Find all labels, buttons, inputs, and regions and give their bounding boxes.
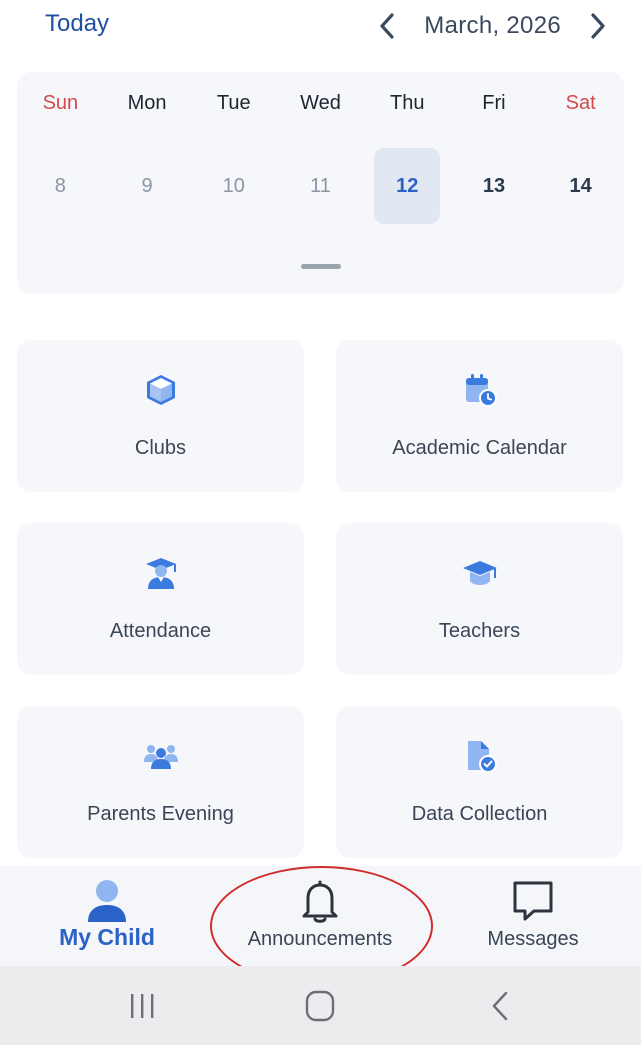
nav-label: Announcements [247,928,393,950]
weekday-fri: Fri [482,92,506,114]
recents-icon[interactable] [112,986,172,1026]
tile-data-collection[interactable]: Data Collection [336,706,623,858]
nav-messages[interactable]: Messages [470,866,596,966]
weekday-row: Sun Mon Tue Wed Thu Fri Sat [17,92,624,115]
date-number: 13 [482,174,506,197]
date-cell[interactable]: 9 [104,148,191,224]
date-cell[interactable]: 10 [190,148,277,224]
group-icon [141,736,181,776]
bottom-navigation: My Child Announcements Messages [0,866,641,966]
system-navigation-bar [0,966,641,1045]
date-cell-selected[interactable]: 12 [364,148,451,224]
date-number: 12 [396,174,419,197]
date-cell[interactable]: 14 [537,148,624,224]
month-navigator: March, 2026 [372,6,613,46]
tile-label: Clubs [134,437,187,459]
month-label: March, 2026 [424,12,561,39]
tile-clubs[interactable]: Clubs [17,340,304,492]
today-button[interactable]: Today [45,10,109,38]
date-cell[interactable]: 11 [277,148,364,224]
mortarboard-icon [460,553,500,593]
date-row: 8 9 10 11 12 13 14 [17,148,624,224]
calendar-clock-icon [460,370,500,410]
date-number: 14 [569,174,592,197]
weekday-tue: Tue [216,92,251,114]
date-number: 9 [141,174,153,197]
nav-label: My Child [59,924,155,950]
nav-my-child[interactable]: My Child [50,866,164,966]
date-number: 8 [54,174,66,197]
chat-icon [510,876,556,926]
nav-announcements[interactable]: Announcements [232,866,408,966]
chevron-left-icon[interactable] [372,11,402,41]
back-icon[interactable] [470,986,530,1026]
tile-label: Data Collection [411,803,548,825]
tile-attendance[interactable]: Attendance [17,523,304,675]
tile-label: Attendance [109,620,212,642]
weekday-thu: Thu [390,92,425,114]
date-number: 11 [310,174,331,197]
graduate-icon [141,553,181,593]
weekday-mon: Mon [127,92,167,114]
chevron-right-icon[interactable] [583,11,613,41]
cube-icon [141,370,181,410]
calendar-expand-handle[interactable] [301,264,341,269]
date-cell[interactable]: 13 [451,148,538,224]
date-number: 10 [222,174,245,197]
weekday-sat: Sat [565,92,596,114]
weekday-wed: Wed [300,92,341,114]
date-cell[interactable]: 8 [17,148,104,224]
tile-label: Academic Calendar [392,437,567,459]
tile-label: Parents Evening [87,803,234,825]
document-check-icon [460,736,500,776]
tile-academic-calendar[interactable]: Academic Calendar [336,340,623,492]
tile-parents-evening[interactable]: Parents Evening [17,706,304,858]
header: Today March, 2026 [0,0,641,56]
tile-label: Teachers [438,620,521,642]
bell-icon [300,876,340,926]
week-calendar: Sun Mon Tue Wed Thu Fri Sat 8 9 10 11 12… [17,72,624,294]
nav-label: Messages [487,928,579,950]
person-icon [86,876,128,926]
tile-teachers[interactable]: Teachers [336,523,623,675]
weekday-sun: Sun [42,92,79,114]
home-icon[interactable] [290,986,350,1026]
selected-date-pill: 12 [374,148,441,224]
